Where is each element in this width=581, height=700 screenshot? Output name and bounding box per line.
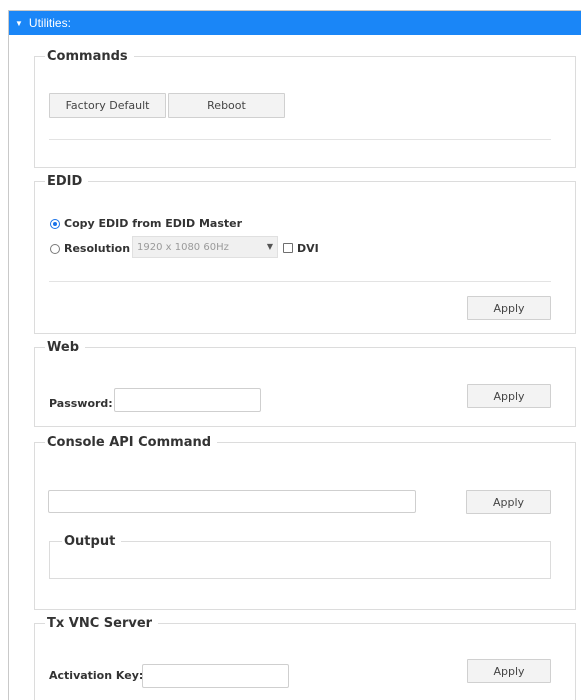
console-legend: Console API Command: [45, 433, 218, 453]
dvi-label[interactable]: DVI: [297, 242, 319, 255]
resolution-label[interactable]: Resolution: [64, 242, 130, 255]
activation-key-label: Activation Key:: [49, 669, 144, 682]
edid-divider: [49, 281, 551, 282]
console-section: Console API Command Apply Output: [34, 433, 576, 610]
edid-apply-button[interactable]: Apply: [467, 296, 551, 320]
edid-section: EDID Copy EDID from EDID Master Resoluti…: [34, 172, 576, 334]
edid-legend: EDID: [45, 172, 89, 192]
copy-edid-radio[interactable]: [50, 219, 60, 229]
commands-legend: Commands: [45, 47, 134, 67]
vnc-apply-button[interactable]: Apply: [467, 659, 551, 683]
utilities-title: Utilities:: [28, 16, 71, 30]
output-box: Output: [49, 532, 551, 579]
resolution-radio[interactable]: [50, 244, 60, 254]
web-apply-button[interactable]: Apply: [467, 384, 551, 408]
copy-edid-label[interactable]: Copy EDID from EDID Master: [64, 217, 242, 230]
console-command-input[interactable]: [48, 490, 416, 513]
commands-section: Commands Factory Default Reboot: [34, 47, 576, 168]
utilities-header[interactable]: ▼ Utilities:: [9, 11, 581, 35]
activation-key-input[interactable]: [142, 664, 289, 688]
vnc-legend: Tx VNC Server: [45, 614, 159, 634]
web-legend: Web: [45, 338, 85, 358]
resolution-select[interactable]: 1920 x 1080 60Hz ▼: [132, 236, 278, 258]
password-input[interactable]: [114, 388, 261, 412]
web-section: Web Password: Apply: [34, 338, 576, 427]
console-apply-button[interactable]: Apply: [466, 490, 551, 514]
password-label: Password:: [49, 397, 113, 410]
resolution-select-value: 1920 x 1080 60Hz: [137, 241, 229, 253]
chevron-down-icon: ▼: [266, 242, 273, 251]
factory-default-button[interactable]: Factory Default: [49, 93, 166, 118]
reboot-button[interactable]: Reboot: [168, 93, 285, 118]
commands-divider: [49, 139, 551, 140]
dvi-checkbox[interactable]: [283, 243, 293, 253]
utilities-panel: ▼ Utilities: Commands Factory Default Re…: [8, 10, 581, 700]
vnc-section: Tx VNC Server Activation Key: Apply: [34, 614, 576, 700]
caret-down-icon[interactable]: ▼: [15, 19, 23, 28]
output-legend: Output: [62, 532, 122, 552]
